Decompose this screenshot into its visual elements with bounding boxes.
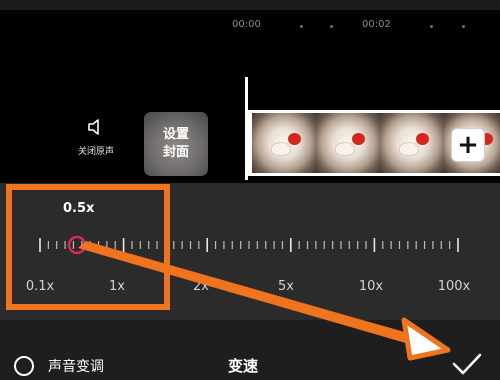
arrow-shaft bbox=[78, 241, 415, 344]
arrow-annotation bbox=[78, 241, 451, 361]
arrow-head bbox=[401, 317, 451, 361]
